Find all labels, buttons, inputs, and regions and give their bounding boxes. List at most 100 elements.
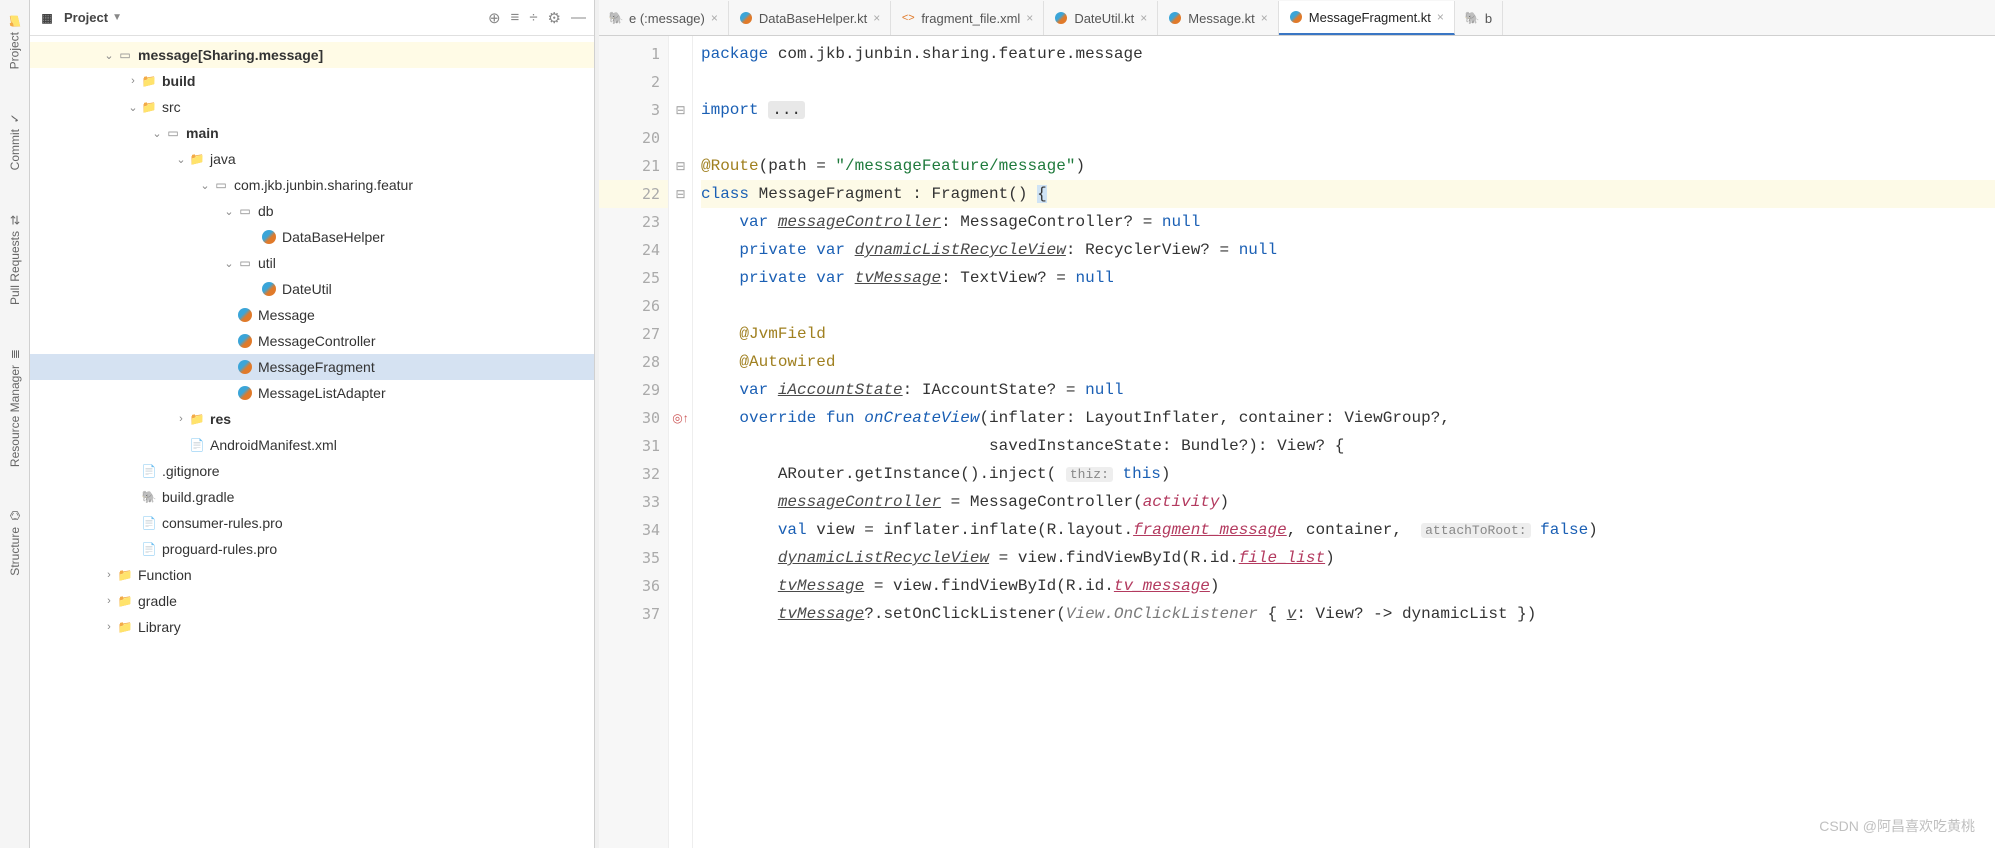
toolbar-icon-3[interactable]: ⚙	[548, 9, 561, 27]
toolbar-icon-1[interactable]: ≡	[511, 9, 520, 27]
line-number[interactable]: 33	[599, 488, 668, 516]
gutter-mark[interactable]: ⊟	[669, 180, 692, 208]
line-number[interactable]: 35	[599, 544, 668, 572]
code-line[interactable]: @JvmField	[701, 320, 1995, 348]
tree-node-gradle[interactable]: ›📁gradle	[30, 588, 594, 614]
toolbar-icon-0[interactable]: ⊕	[488, 9, 501, 27]
code-line[interactable]: var iAccountState: IAccountState? = null	[701, 376, 1995, 404]
tree-node-dateutil[interactable]: DateUtil	[30, 276, 594, 302]
gutter-mark[interactable]	[669, 208, 692, 236]
gutter-mark[interactable]	[669, 124, 692, 152]
close-icon[interactable]: ×	[1026, 11, 1033, 25]
tree-node-androidmanifest-xml[interactable]: 📄AndroidManifest.xml	[30, 432, 594, 458]
tree-node-message[interactable]: Message	[30, 302, 594, 328]
code-line[interactable]: private var tvMessage: TextView? = null	[701, 264, 1995, 292]
line-number[interactable]: 1	[599, 40, 668, 68]
tab-e-message-[interactable]: 🐘e (:message)×	[599, 1, 729, 35]
tree-node-java[interactable]: ⌄📁java	[30, 146, 594, 172]
tree-node-main[interactable]: ⌄▭main	[30, 120, 594, 146]
tool-window-project[interactable]: Project📁	[5, 8, 24, 75]
toolbar-icon-4[interactable]: —	[571, 9, 586, 27]
gutter-mark[interactable]	[669, 460, 692, 488]
tree-node-messagefragment[interactable]: MessageFragment	[30, 354, 594, 380]
line-number[interactable]: 32	[599, 460, 668, 488]
tab-dateutil-kt[interactable]: DateUtil.kt×	[1044, 1, 1158, 35]
tree-node-com-jkb-junbin-sharing-featur[interactable]: ⌄▭com.jkb.junbin.sharing.featur	[30, 172, 594, 198]
line-number[interactable]: 3	[599, 96, 668, 124]
code-line[interactable]: @Route(path = "/messageFeature/message")	[701, 152, 1995, 180]
project-tree[interactable]: ⌄▭message [Sharing.message]›📁build⌄📁src⌄…	[30, 36, 594, 848]
expand-arrow-icon[interactable]: ⌄	[222, 257, 236, 270]
line-number[interactable]: 30	[599, 404, 668, 432]
line-number[interactable]: 20	[599, 124, 668, 152]
line-number[interactable]: 25	[599, 264, 668, 292]
tree-node-message[interactable]: ⌄▭message [Sharing.message]	[30, 42, 594, 68]
tab-b[interactable]: 🐘b	[1455, 1, 1503, 35]
gutter-mark[interactable]	[669, 40, 692, 68]
code-line[interactable]: package com.jkb.junbin.sharing.feature.m…	[701, 40, 1995, 68]
line-number[interactable]: 37	[599, 600, 668, 628]
code-line[interactable]: import ...	[701, 96, 1995, 124]
code-line[interactable]: tvMessage = view.findViewById(R.id.tv_me…	[701, 572, 1995, 600]
tree-node-library[interactable]: ›📁Library	[30, 614, 594, 640]
code-line[interactable]: var messageController: MessageController…	[701, 208, 1995, 236]
expand-arrow-icon[interactable]: ›	[126, 75, 140, 87]
gutter-mark[interactable]: ⊟	[669, 152, 692, 180]
close-icon[interactable]: ×	[873, 11, 880, 25]
expand-arrow-icon[interactable]: ⌄	[198, 179, 212, 192]
expand-arrow-icon[interactable]: ⌄	[222, 205, 236, 218]
expand-arrow-icon[interactable]: ⌄	[102, 49, 116, 62]
tree-node-res[interactable]: ›📁res	[30, 406, 594, 432]
tree-node-databasehelper[interactable]: DataBaseHelper	[30, 224, 594, 250]
toolbar-icon-2[interactable]: ÷	[529, 9, 537, 27]
gutter-mark[interactable]	[669, 432, 692, 460]
code-line[interactable]: tvMessage?.setOnClickListener(View.OnCli…	[701, 600, 1995, 628]
tree-node-consumer-rules-pro[interactable]: 📄consumer-rules.pro	[30, 510, 594, 536]
tool-window-structure[interactable]: Structure⌬	[6, 503, 24, 582]
tree-node-build-gradle[interactable]: 🐘build.gradle	[30, 484, 594, 510]
line-number[interactable]: 22	[599, 180, 668, 208]
code-line[interactable]: @Autowired	[701, 348, 1995, 376]
line-number[interactable]: 29	[599, 376, 668, 404]
code-line[interactable]	[701, 124, 1995, 152]
line-number[interactable]: 36	[599, 572, 668, 600]
line-number[interactable]: 27	[599, 320, 668, 348]
gutter-mark[interactable]	[669, 320, 692, 348]
project-view-selector[interactable]: ▦ Project ▼	[38, 9, 482, 27]
close-icon[interactable]: ×	[1140, 11, 1147, 25]
line-number-gutter[interactable]: 123202122232425262728293031323334353637	[599, 36, 669, 848]
expand-arrow-icon[interactable]: ›	[102, 621, 116, 633]
line-number[interactable]: 2	[599, 68, 668, 96]
code-editor[interactable]: package com.jkb.junbin.sharing.feature.m…	[693, 36, 1995, 848]
gutter-mark[interactable]	[669, 488, 692, 516]
gutter-mark[interactable]	[669, 544, 692, 572]
line-number[interactable]: 31	[599, 432, 668, 460]
gutter-marks[interactable]: ⊟⊟⊟◎↑	[669, 36, 693, 848]
expand-arrow-icon[interactable]: ⌄	[174, 153, 188, 166]
line-number[interactable]: 21	[599, 152, 668, 180]
line-number[interactable]: 26	[599, 292, 668, 320]
tool-window-pull-requests[interactable]: Pull Requests⇄	[6, 207, 24, 311]
tool-window-resource-manager[interactable]: Resource Manager≣	[6, 341, 24, 473]
tab-fragment-file-xml[interactable]: <>fragment_file.xml×	[891, 1, 1044, 35]
tree-node-messagelistadapter[interactable]: MessageListAdapter	[30, 380, 594, 406]
code-line[interactable]: dynamicListRecycleView = view.findViewBy…	[701, 544, 1995, 572]
code-line[interactable]: savedInstanceState: Bundle?): View? {	[701, 432, 1995, 460]
gutter-mark[interactable]	[669, 572, 692, 600]
expand-arrow-icon[interactable]: ›	[174, 413, 188, 425]
gutter-mark[interactable]	[669, 292, 692, 320]
tree-node-build[interactable]: ›📁build	[30, 68, 594, 94]
gutter-mark[interactable]	[669, 600, 692, 628]
gutter-mark[interactable]	[669, 236, 692, 264]
expand-arrow-icon[interactable]: ⌄	[126, 101, 140, 114]
tool-window-commit[interactable]: Commit✓	[6, 105, 24, 176]
tree-node-db[interactable]: ⌄▭db	[30, 198, 594, 224]
code-line[interactable]	[701, 292, 1995, 320]
code-line[interactable]	[701, 68, 1995, 96]
gutter-mark[interactable]: ◎↑	[669, 404, 692, 432]
tree-node-src[interactable]: ⌄📁src	[30, 94, 594, 120]
gutter-mark[interactable]	[669, 348, 692, 376]
gutter-mark[interactable]	[669, 68, 692, 96]
code-line[interactable]: ARouter.getInstance().inject( thiz: this…	[701, 460, 1995, 488]
expand-arrow-icon[interactable]: ›	[102, 569, 116, 581]
